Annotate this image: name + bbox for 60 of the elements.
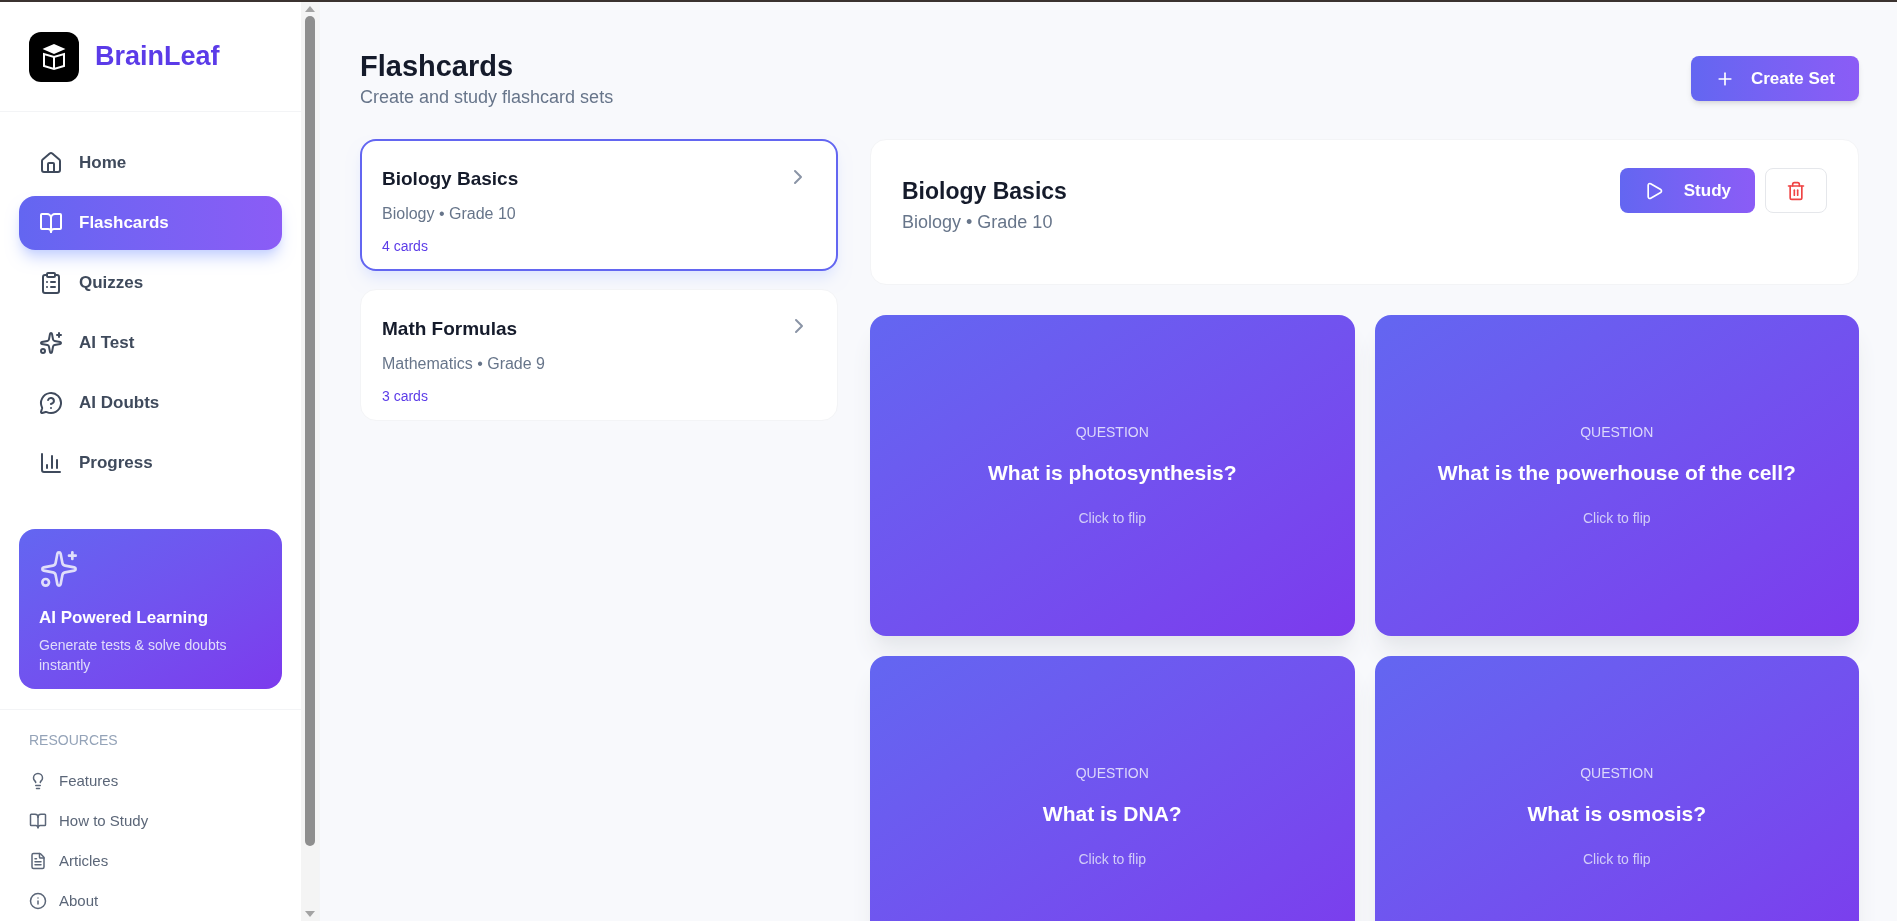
card-label: QUESTION: [1075, 422, 1149, 442]
flip-hint: Click to flip: [1078, 850, 1147, 870]
card-label: QUESTION: [1580, 763, 1654, 783]
study-button[interactable]: Study: [1619, 168, 1755, 213]
set-title: Math Formulas: [382, 317, 518, 341]
nav-item[interactable]: Progress: [19, 436, 282, 490]
logo-icon: [29, 31, 79, 82]
set-card[interactable]: Biology Basics Biology • Grade 10 4 cards: [360, 139, 838, 271]
sparkles-icon: [39, 331, 63, 355]
app-name: BrainLeaf: [95, 40, 220, 74]
sparkles-icon: [39, 549, 79, 589]
nav-item[interactable]: AI Test: [19, 316, 282, 370]
promo-title: AI Powered Learning: [39, 607, 210, 629]
bar-chart-icon: [39, 451, 63, 475]
card-label: QUESTION: [1075, 763, 1149, 783]
scroll-down-icon[interactable]: [305, 911, 315, 917]
set-meta: Mathematics • Grade 9: [382, 353, 545, 374]
home-icon: [39, 151, 63, 175]
set-title: Biology Basics: [382, 167, 519, 191]
nav-item[interactable]: AI Doubts: [19, 376, 282, 430]
flashcard[interactable]: QUESTION What is photosynthesis? Click to flip: [870, 315, 1355, 636]
question-bubble-icon: [39, 391, 63, 415]
set-card[interactable]: Math Formulas Mathematics • Grade 9 3 cards: [360, 289, 838, 421]
nav-item[interactable]: Home: [19, 136, 282, 190]
book-icon: [29, 812, 47, 830]
delete-button[interactable]: [1765, 168, 1827, 213]
flashcard[interactable]: QUESTION What is the powerhouse of the cell? Click to flip: [1374, 315, 1859, 636]
section-heading: RESOURCES: [29, 731, 119, 750]
clipboard-icon: [39, 271, 63, 295]
document-icon: [29, 852, 47, 870]
create-set-button[interactable]: Create Set: [1690, 56, 1859, 101]
resource-link[interactable]: About: [29, 881, 272, 921]
scroll-up-icon[interactable]: [305, 6, 315, 12]
page-subtitle: Create and study flashcard sets: [360, 86, 614, 109]
trash-icon: [1786, 180, 1806, 201]
page-title: Flashcards: [360, 49, 515, 84]
resource-link[interactable]: Articles: [29, 841, 272, 881]
flashcard[interactable]: QUESTION What is osmosis? Click to flip: [1374, 656, 1859, 921]
flip-hint: Click to flip: [1582, 850, 1651, 870]
card-count: 3 cards: [382, 386, 428, 406]
nav-item[interactable]: Flashcards: [19, 196, 282, 250]
flip-hint: Click to flip: [1582, 509, 1651, 529]
book-icon: [39, 211, 63, 235]
nav-item[interactable]: Quizzes: [19, 256, 282, 310]
set-meta: Biology • Grade 10: [382, 203, 516, 224]
question-text: What is osmosis?: [1527, 800, 1706, 827]
info-icon: [29, 892, 47, 910]
card-label: QUESTION: [1580, 422, 1654, 442]
detail-meta: Biology • Grade 10: [902, 210, 1054, 234]
question-text: What is DNA?: [1042, 800, 1182, 827]
flashcard[interactable]: QUESTION What is DNA? Click to flip: [870, 656, 1355, 921]
resource-link[interactable]: How to Study: [29, 801, 272, 841]
resource-link[interactable]: Features: [29, 761, 272, 801]
detail-title: Biology Basics: [902, 177, 1067, 206]
flip-hint: Click to flip: [1078, 509, 1147, 529]
question-text: What is the powerhouse of the cell?: [1437, 459, 1796, 486]
question-text: What is photosynthesis?: [988, 459, 1237, 486]
scrollbar[interactable]: [301, 2, 319, 921]
card-count: 4 cards: [382, 236, 428, 256]
promo-text: Generate tests & solve doubts instantly: [39, 635, 228, 675]
